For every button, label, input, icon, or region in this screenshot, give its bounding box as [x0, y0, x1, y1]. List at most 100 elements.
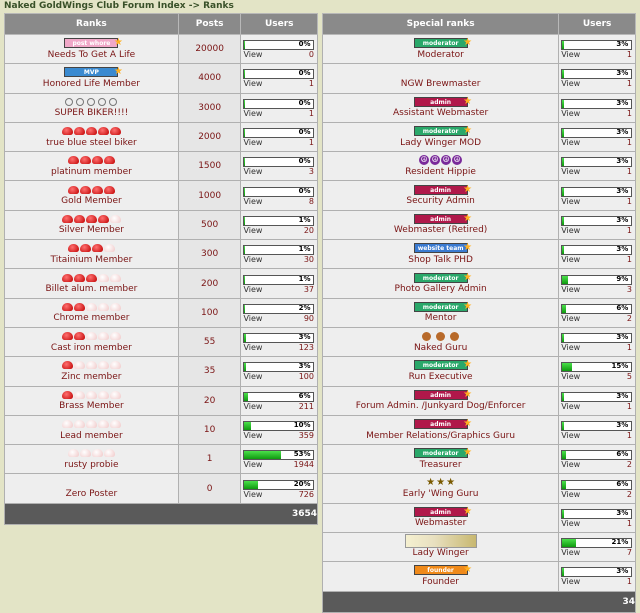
- view-link[interactable]: View: [561, 314, 580, 323]
- view-link[interactable]: View: [561, 490, 580, 499]
- red-dot-icon: [61, 273, 73, 282]
- view-link[interactable]: View: [561, 519, 580, 528]
- view-link[interactable]: View: [561, 372, 580, 381]
- view-link[interactable]: View: [243, 109, 262, 118]
- lady-winger-photo-icon: [404, 534, 477, 549]
- rank-row: Chrome member 100 2% View 90: [4, 297, 318, 328]
- view-link[interactable]: View: [561, 548, 580, 557]
- percent-bar: 3%: [561, 98, 633, 109]
- view-link[interactable]: View: [561, 109, 580, 118]
- view-link[interactable]: View: [561, 577, 580, 586]
- badge-label: moderator: [422, 128, 459, 136]
- pale-dot-icon: [109, 420, 121, 428]
- pale-dot-icon: [85, 332, 97, 341]
- view-link[interactable]: View: [243, 79, 262, 88]
- users-cell: 21% View 7: [558, 532, 636, 563]
- rank-row: Silver Member 500 1% View 20: [4, 209, 318, 241]
- rank-badge-icon: admin ★: [413, 96, 472, 107]
- percent-value: 3%: [616, 567, 629, 576]
- circle-icon: [87, 97, 96, 106]
- view-link[interactable]: View: [561, 197, 580, 206]
- rank-row: Titainium Member 300 1% View 30: [4, 239, 318, 270]
- badge-label: admin: [430, 508, 452, 516]
- red-dot-icon: [91, 244, 103, 253]
- percent-bar-fill: [244, 480, 259, 489]
- users-box: 3% View 1: [559, 37, 635, 61]
- rank-name: Titainium Member: [50, 254, 133, 265]
- percent-bar-fill: [244, 70, 246, 79]
- red-dot-icon: [61, 332, 73, 341]
- red-dot-icon: [61, 214, 73, 223]
- view-link[interactable]: View: [561, 167, 580, 176]
- user-count: 1: [626, 401, 632, 411]
- view-link[interactable]: View: [561, 50, 580, 59]
- percent-bar: 3%: [561, 157, 633, 168]
- badge-label: admin: [430, 98, 452, 106]
- view-link[interactable]: View: [243, 138, 262, 147]
- percent-bar: 6%: [561, 479, 633, 490]
- view-link[interactable]: View: [561, 79, 580, 88]
- users-cell: 20% View 726: [240, 473, 318, 504]
- rank-cell: platinum member: [4, 151, 179, 182]
- view-link[interactable]: View: [243, 490, 262, 499]
- rank-cell: Chrome member: [4, 297, 179, 328]
- rank-name: Lead member: [60, 430, 123, 441]
- paw-icon: [436, 331, 446, 341]
- special-rank-name: Founder: [422, 576, 459, 587]
- users-cell: 3% View 1: [558, 209, 636, 241]
- users-box: 1% View 37: [241, 272, 317, 296]
- view-link[interactable]: View: [561, 226, 580, 235]
- rank-image: [5, 96, 178, 107]
- rank-badge-icon: moderator ★: [413, 301, 472, 312]
- rank-badge-icon: admin ★: [413, 506, 472, 517]
- star-icon: ★: [463, 242, 473, 254]
- rank-image: [323, 534, 558, 549]
- users-box: 6% View 2: [559, 301, 635, 325]
- view-link[interactable]: View: [243, 197, 262, 206]
- view-link[interactable]: View: [243, 226, 262, 235]
- view-link[interactable]: View: [243, 50, 262, 59]
- view-link[interactable]: View: [243, 343, 262, 352]
- users-box: 20% View 726: [241, 477, 317, 501]
- red-dot-icon: [91, 156, 103, 165]
- users-cell: 3% View 1: [558, 326, 636, 358]
- percent-value: 15%: [611, 362, 629, 371]
- view-link[interactable]: View: [561, 402, 580, 411]
- view-link[interactable]: View: [243, 255, 262, 264]
- users-cell: 10% View 359: [240, 414, 318, 446]
- view-link[interactable]: View: [561, 343, 580, 352]
- rank-name: SUPER BIKER!!!!: [54, 108, 129, 119]
- special-rank-row: moderator ★ Run Executive 15% View 5: [321, 356, 636, 387]
- badge-label: admin: [430, 186, 452, 194]
- percent-bar-fill: [562, 392, 565, 401]
- view-link[interactable]: View: [243, 167, 262, 176]
- view-link[interactable]: View: [243, 431, 262, 440]
- rank-image: [5, 243, 178, 254]
- percent-bar-fill: [562, 539, 577, 548]
- percent-value: 3%: [616, 245, 629, 254]
- view-link[interactable]: View: [561, 460, 580, 469]
- users-box: 0% View 3: [241, 154, 317, 178]
- red-dot-icon: [103, 185, 115, 194]
- special-rank-row: NGW Brewmaster 3% View 1: [321, 63, 636, 94]
- user-count: 1: [626, 196, 632, 206]
- view-link[interactable]: View: [243, 285, 262, 294]
- view-link[interactable]: View: [243, 460, 262, 469]
- users-box: 0% View 1: [241, 66, 317, 90]
- view-link[interactable]: View: [561, 138, 580, 147]
- view-link[interactable]: View: [561, 285, 580, 294]
- percent-value: 3%: [616, 40, 629, 49]
- pale-dot-icon: [97, 273, 109, 282]
- user-count: 20: [303, 225, 314, 235]
- view-link[interactable]: View: [561, 431, 580, 440]
- view-link[interactable]: View: [243, 372, 262, 381]
- red-dot-icon: [73, 127, 85, 136]
- view-link[interactable]: View: [561, 255, 580, 264]
- rank-image: [323, 67, 558, 78]
- breadcrumb[interactable]: Naked GoldWings Club Forum Index -> Rank…: [4, 1, 234, 11]
- rank-cell: Lead member: [4, 414, 179, 446]
- rank-badge-icon: moderator ★: [413, 448, 472, 459]
- view-link[interactable]: View: [243, 314, 262, 323]
- view-link[interactable]: View: [243, 402, 262, 411]
- special-rank-row: moderator ★ Treasurer 6% View 2: [321, 444, 636, 475]
